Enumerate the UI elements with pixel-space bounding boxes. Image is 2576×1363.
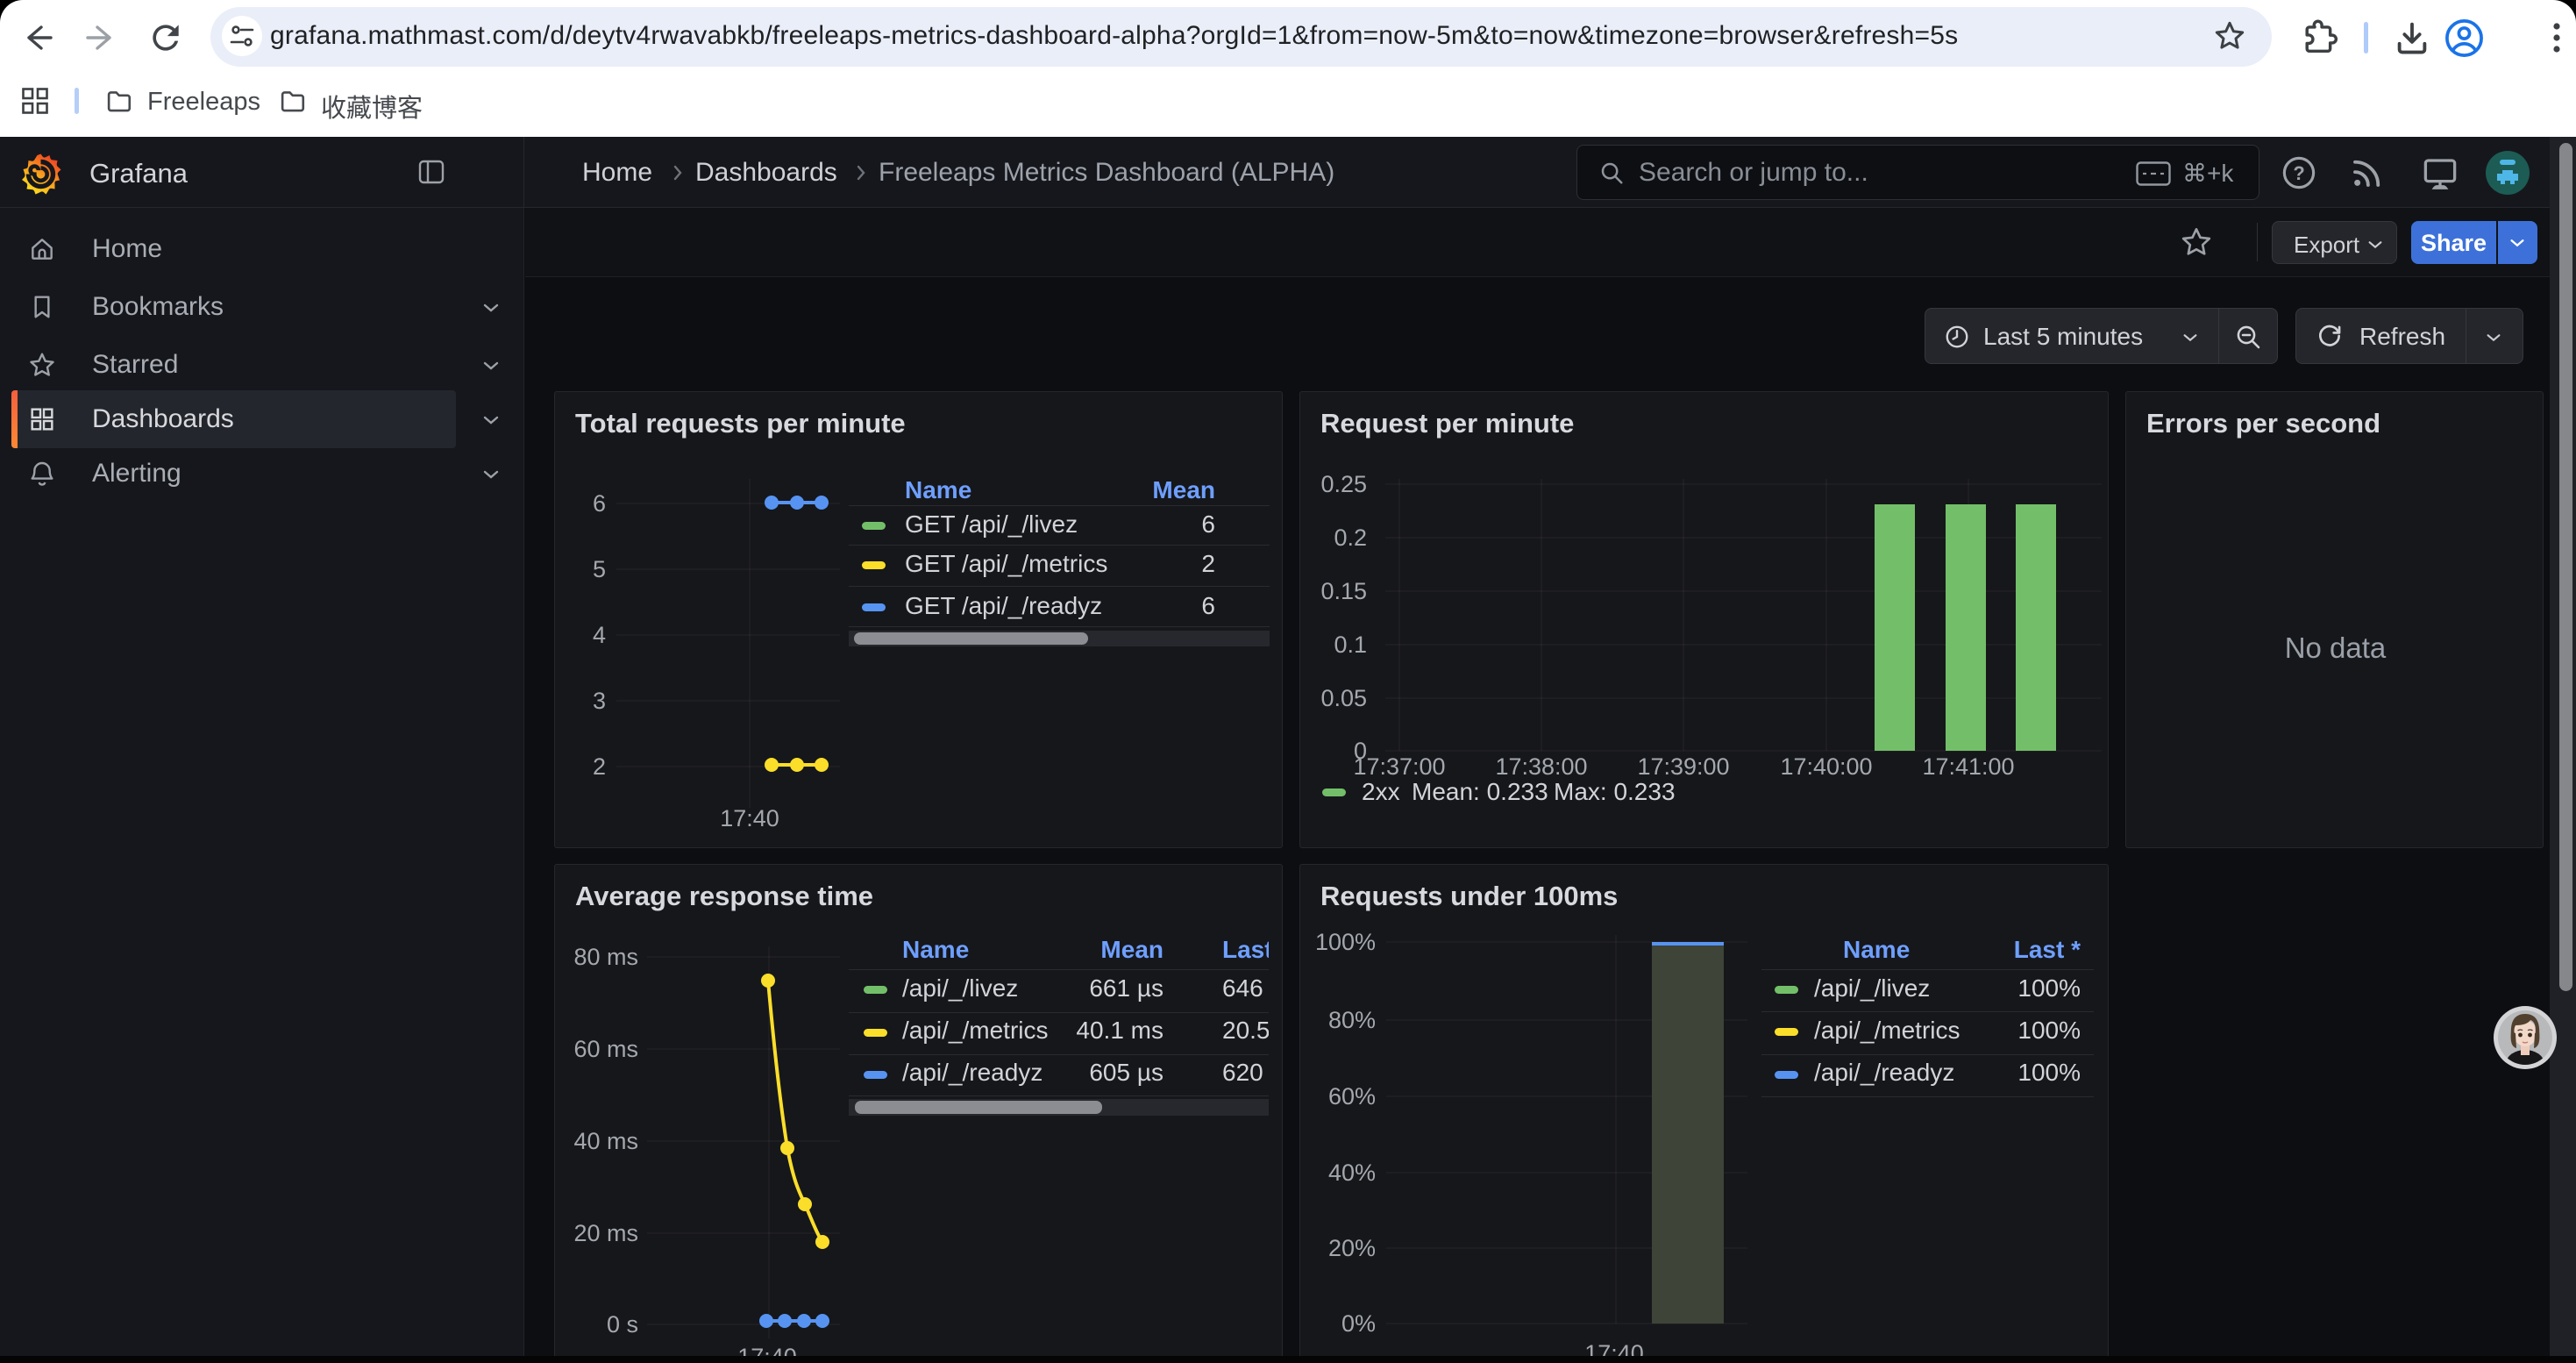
svg-text:0.25: 0.25 xyxy=(1320,471,1367,497)
svg-text:0%: 0% xyxy=(1341,1310,1376,1337)
svg-text:?: ? xyxy=(2293,162,2304,184)
svg-text:17:38:00: 17:38:00 xyxy=(1495,753,1587,780)
svg-text:6: 6 xyxy=(593,490,606,517)
svg-text:3: 3 xyxy=(593,688,606,714)
svg-text:0.05: 0.05 xyxy=(1320,685,1367,711)
svg-text:0.15: 0.15 xyxy=(1320,578,1367,604)
svg-text:100%: 100% xyxy=(1315,929,1376,955)
svg-text:60 ms: 60 ms xyxy=(573,1036,638,1062)
svg-text:0.2: 0.2 xyxy=(1334,525,1367,551)
svg-text:17:40: 17:40 xyxy=(720,805,779,831)
svg-text:2: 2 xyxy=(593,753,606,780)
svg-text:5: 5 xyxy=(593,556,606,582)
svg-text:20 ms: 20 ms xyxy=(573,1220,638,1246)
svg-text:17:40:00: 17:40:00 xyxy=(1780,753,1872,780)
svg-text:60%: 60% xyxy=(1328,1083,1376,1110)
svg-text:4: 4 xyxy=(593,622,606,648)
svg-text:20%: 20% xyxy=(1328,1235,1376,1261)
svg-text:40%: 40% xyxy=(1328,1160,1376,1186)
svg-text:17:41:00: 17:41:00 xyxy=(1922,753,2014,780)
svg-text:0 s: 0 s xyxy=(607,1311,638,1338)
svg-text:17:39:00: 17:39:00 xyxy=(1637,753,1729,780)
svg-text:0.1: 0.1 xyxy=(1334,632,1367,658)
svg-text:80 ms: 80 ms xyxy=(573,944,638,970)
svg-text:17:37:00: 17:37:00 xyxy=(1353,753,1445,780)
svg-text:80%: 80% xyxy=(1328,1007,1376,1033)
svg-text:40 ms: 40 ms xyxy=(573,1128,638,1154)
